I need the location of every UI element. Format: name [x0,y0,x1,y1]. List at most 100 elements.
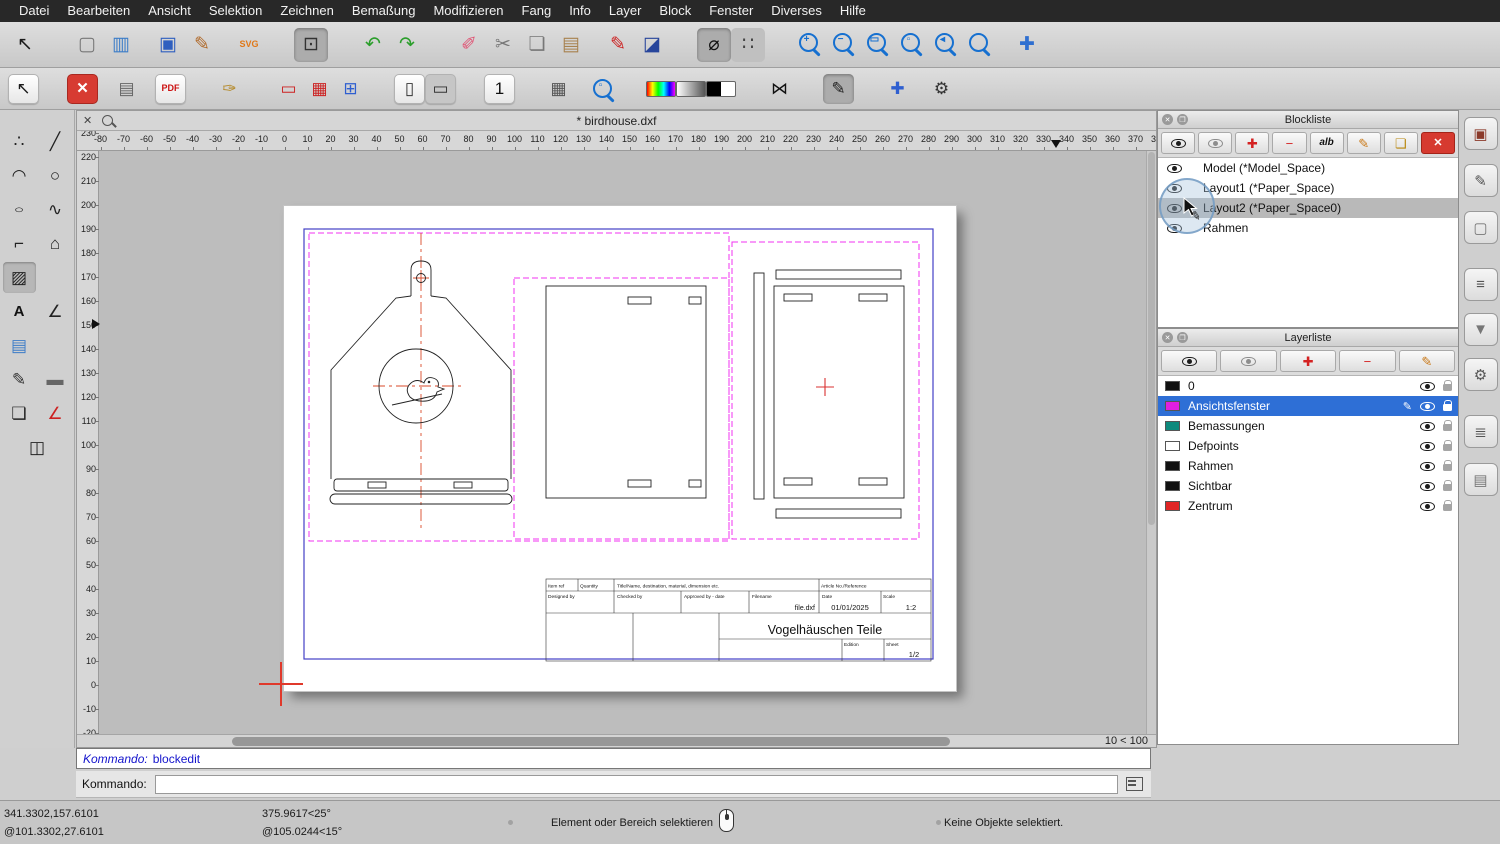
block-visibility-icon[interactable] [1167,164,1182,173]
block-visibility-all-button[interactable] [1198,132,1232,154]
draft-mode-button[interactable]: ⌀ [697,28,731,62]
layer-row-rahmen[interactable]: Rahmen ✎ [1158,456,1458,476]
layer-row-defpoints[interactable]: Defpoints ✎ [1158,436,1458,456]
menu-item[interactable]: Bearbeiten [58,0,139,22]
hatch-tool-button[interactable]: ▨ [3,262,36,293]
layer-row-zentrum[interactable]: Zentrum ✎ [1158,496,1458,516]
command-panel-icon[interactable] [1126,777,1143,791]
portrait-page-button[interactable]: ▯ [394,74,425,104]
layer-color-swatch[interactable] [1165,441,1180,451]
dock-library-button[interactable]: ▣ [1464,117,1498,150]
panel-close-icon[interactable]: ✕ [1162,114,1173,125]
single-page-button[interactable]: 1 [484,74,515,104]
pointer-tool-button[interactable]: ↖ [8,74,39,104]
edit-file-button[interactable]: ✎ [185,28,219,62]
document-zoom-icon[interactable] [102,115,113,126]
menu-item[interactable]: Hilfe [831,0,875,22]
layer-row-ansichtsfenster[interactable]: Ansichtsfenster ✎ [1158,396,1458,416]
dock-block-edit-button[interactable]: ✎ [1464,164,1498,197]
gray-gradient-bar[interactable] [676,81,706,97]
grid-toggle-button[interactable]: ∷ [731,28,765,62]
layer-visibility-icon[interactable] [1420,442,1435,451]
layer-visibility-icon[interactable] [1420,482,1435,491]
line-style-button[interactable]: ✎ [823,74,854,104]
layer-color-swatch[interactable] [1165,381,1180,391]
color-spectrum-bar[interactable] [646,81,676,97]
text-tool-button[interactable]: A [3,296,36,327]
layer-row-sichtbar[interactable]: Sichtbar ✎ [1158,476,1458,496]
cut-button[interactable]: ✂ [486,28,520,62]
pdf-export-button[interactable]: PDF [155,74,186,104]
dock-new-sheet-button[interactable]: ▢ [1464,211,1498,244]
black-white-bar[interactable] [706,81,736,97]
document-close-icon[interactable]: ✕ [83,114,92,127]
horizontal-scrollbar[interactable]: 10 < 100 [77,734,1156,747]
add-layer-button[interactable]: ✚ [1280,350,1336,372]
layer-visibility-icon[interactable] [1420,382,1435,391]
panel-close-icon[interactable]: ✕ [1162,332,1173,343]
zoom-select-button[interactable]: ▫ [895,28,929,62]
layer-lock-icon[interactable] [1443,384,1452,391]
layer-lock-icon[interactable] [1443,404,1452,411]
menu-item[interactable]: Layer [600,0,651,22]
zoom-previous-button[interactable]: ◂ [929,28,963,62]
new-file-button[interactable]: ▢ [70,28,104,62]
dimension-tool-button[interactable]: ∠ [39,296,72,327]
menu-item[interactable]: Info [560,0,600,22]
save-file-button[interactable]: ▣ [151,28,185,62]
zoom-page-button[interactable]: ▫ [587,74,618,104]
pan-button[interactable]: ✚ [1010,28,1044,62]
panel-float-icon[interactable]: ❐ [1177,114,1188,125]
ellipse-tool-button[interactable]: ○ [3,194,36,225]
layer-color-swatch[interactable] [1165,461,1180,471]
viewport-outline-button[interactable]: ▭ [273,74,304,104]
menu-item[interactable]: Fang [513,0,561,22]
select-tool-button[interactable]: ↖ [8,28,42,62]
menu-item[interactable]: Diverses [762,0,831,22]
menu-item[interactable]: Modifizieren [424,0,512,22]
print-preview-button[interactable]: ⊡ [294,28,328,62]
menu-item[interactable]: Datei [10,0,58,22]
dock-tools-button[interactable]: ⚙ [1464,358,1498,391]
horizontal-scrollbar-thumb[interactable] [232,737,950,746]
dock-clipboard-button[interactable]: ▤ [1464,463,1498,496]
menu-item[interactable]: Ansicht [139,0,200,22]
snap-tool-button[interactable]: ∠ [39,398,72,429]
layer-visibility-icon[interactable] [1420,462,1435,471]
copy-button[interactable]: ❏ [520,28,554,62]
menu-item[interactable]: Block [650,0,700,22]
viewport-grid-button[interactable]: ▦ [304,74,335,104]
zoom-auto-button[interactable]: ▭ [861,28,895,62]
select-window-button[interactable]: ◪ [635,28,669,62]
menu-item[interactable]: Bemaßung [343,0,425,22]
insert-block-button[interactable]: ❏ [1384,132,1418,154]
dock-command-list-button[interactable]: ≡ [1464,268,1498,301]
layer-row-bemassungen[interactable]: Bemassungen ✎ [1158,416,1458,436]
landscape-page-button[interactable]: ▭ [425,74,456,104]
image-tool-button[interactable]: ▤ [3,330,36,361]
measure-tool-button[interactable]: ✎ [3,364,36,395]
layer-visibility-button[interactable] [1161,350,1217,372]
viewport-center-button[interactable]: ⊞ [335,74,366,104]
undo-button[interactable]: ↶ [356,28,390,62]
dock-list-button[interactable]: ≣ [1464,415,1498,448]
layer-visibility-icon[interactable] [1420,402,1435,411]
menu-item[interactable]: Fenster [700,0,762,22]
menu-item[interactable]: Zeichnen [271,0,342,22]
block-visibility-button[interactable] [1161,132,1195,154]
zoom-out-button[interactable]: − [827,28,861,62]
layer-color-swatch[interactable] [1165,421,1180,431]
open-file-button[interactable]: ▥ [104,28,138,62]
remove-block-button[interactable]: − [1272,132,1306,154]
remove-layer-button[interactable]: − [1339,350,1395,372]
layer-visibility-icon[interactable] [1420,422,1435,431]
vertical-scrollbar-thumb[interactable] [1148,152,1155,525]
crosshair-button[interactable]: ✚ [882,74,913,104]
rename-block-button[interactable]: alb [1310,132,1344,154]
add-block-button[interactable]: ✚ [1235,132,1269,154]
zoom-window-button[interactable] [963,28,997,62]
layer-color-swatch[interactable] [1165,481,1180,491]
spline-tool-button[interactable]: ∿ [39,194,72,225]
delete-button[interactable]: ✐ [452,28,486,62]
zoom-in-button[interactable]: + [793,28,827,62]
